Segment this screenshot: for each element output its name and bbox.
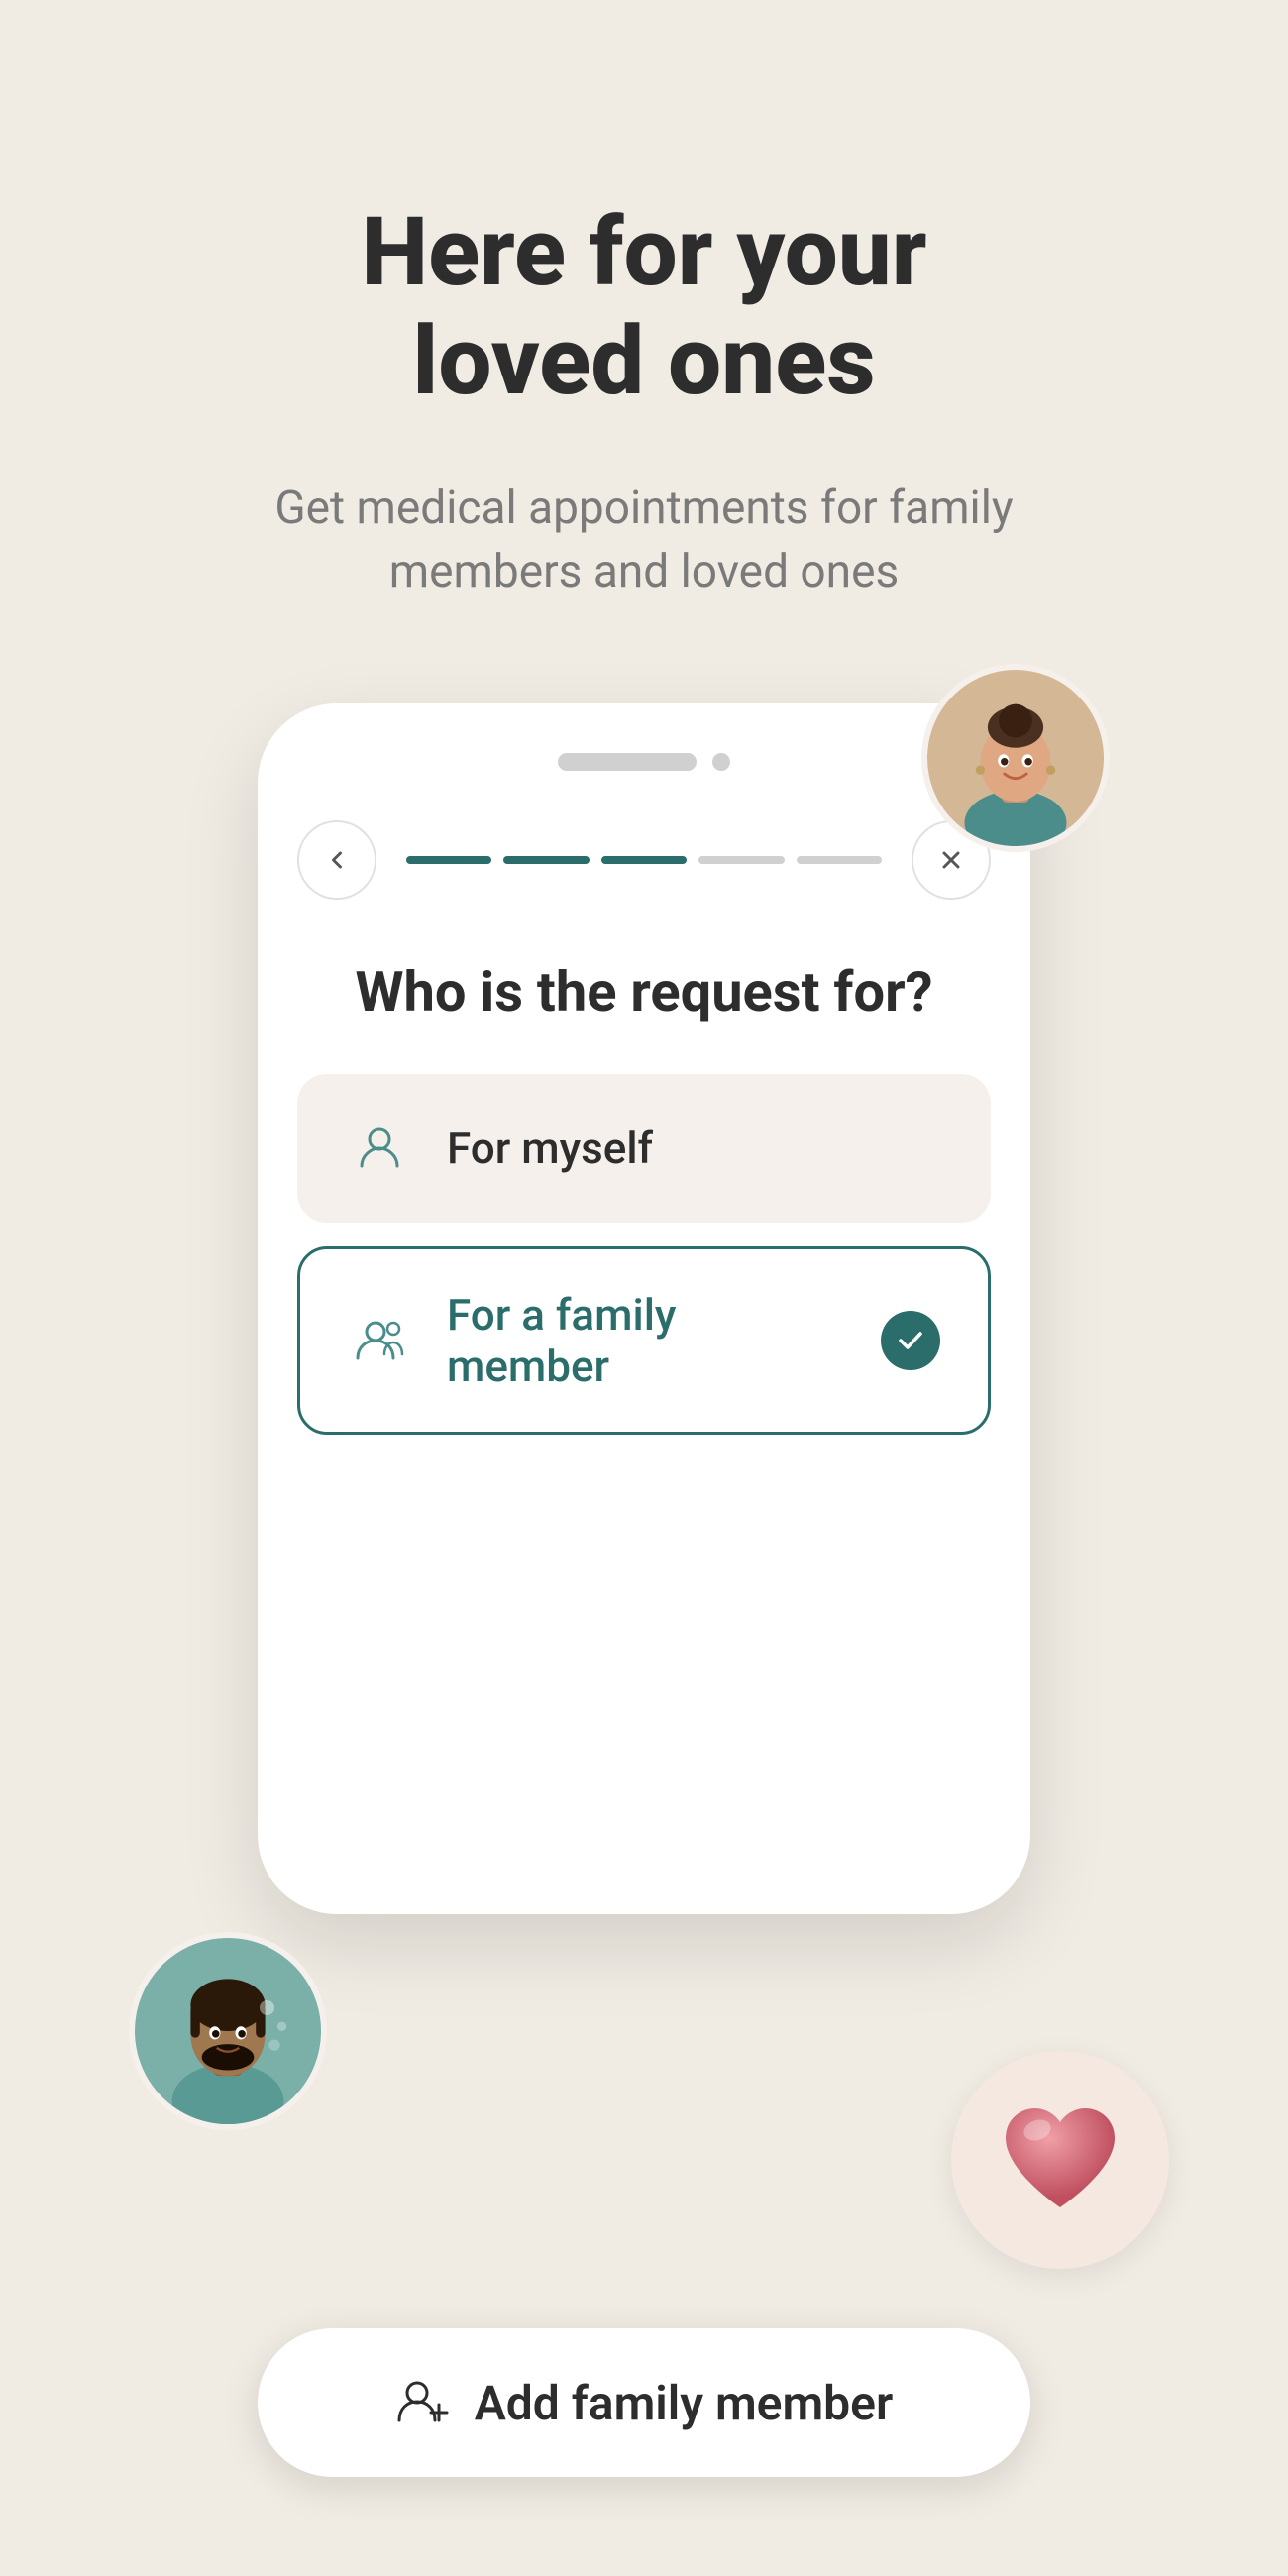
option-family-label: For a family member: [447, 1289, 845, 1392]
option-family[interactable]: For a family member: [297, 1246, 991, 1435]
avatar-top-right: [921, 664, 1110, 852]
family-person-icon: [348, 1309, 411, 1372]
phone-frame: Who is the request for? For myself: [258, 703, 1030, 1914]
page-subtitle: Get medical appointments for family memb…: [258, 477, 1030, 604]
progress-bar-3: [601, 856, 687, 864]
question-title: Who is the request for?: [297, 959, 991, 1024]
add-family-button-label: Add family member: [475, 2375, 894, 2431]
check-mark: [881, 1311, 940, 1370]
page-container: Here for your loved ones Get medical app…: [0, 0, 1288, 2576]
page-title: Here for your loved ones: [361, 198, 926, 417]
heart-decoration: [951, 2051, 1169, 2269]
nav-row: [297, 820, 991, 900]
phone-wrapper: Who is the request for? For myself: [198, 703, 1090, 2576]
option-myself-label: For myself: [447, 1123, 940, 1174]
add-person-icon: [395, 2375, 451, 2430]
option-myself[interactable]: For myself: [297, 1074, 991, 1223]
progress-bar-4: [698, 856, 784, 864]
progress-bars: [406, 856, 882, 864]
step-dots-row: [297, 753, 991, 771]
phone-empty-space: [297, 1458, 991, 1855]
progress-bar-5: [797, 856, 882, 864]
person-icon: [348, 1117, 411, 1180]
avatar-bottom-left: [129, 1932, 327, 2130]
step-circle-indicator: [712, 753, 730, 771]
progress-bar-1: [406, 856, 491, 864]
add-family-member-button[interactable]: Add family member: [258, 2328, 1030, 2477]
progress-bar-2: [503, 856, 589, 864]
step-bar-indicator: [558, 753, 697, 771]
back-button[interactable]: [297, 820, 376, 900]
